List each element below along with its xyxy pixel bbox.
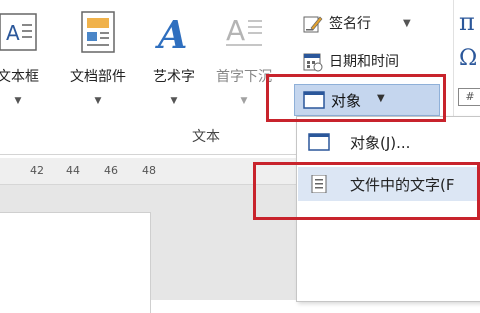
signature-line-button[interactable]: 签名行 ▼ bbox=[303, 12, 443, 36]
menu-item-object-label: 对象(J)... bbox=[350, 134, 411, 152]
svg-text:A: A bbox=[226, 14, 245, 47]
quick-parts-button[interactable]: 文档部件 ▼ bbox=[58, 4, 138, 116]
object-icon bbox=[308, 133, 330, 151]
signature-line-label: 签名行 bbox=[329, 16, 371, 32]
wordart-icon: A bbox=[152, 10, 196, 57]
ruler-tick: 46 bbox=[104, 164, 118, 177]
svg-text:A: A bbox=[155, 12, 187, 54]
text-box-icon: A bbox=[0, 10, 40, 54]
signature-line-icon bbox=[303, 14, 323, 34]
highlight-box-text-from-file bbox=[253, 162, 480, 220]
date-time-button[interactable]: 日期和时间 bbox=[303, 50, 443, 74]
group-label-text: 文本 bbox=[192, 129, 220, 145]
document-page[interactable] bbox=[0, 212, 151, 313]
highlight-box-object-button bbox=[266, 74, 446, 122]
equation-pi-icon[interactable]: π bbox=[459, 8, 475, 36]
menu-item-object[interactable]: 对象(J)... bbox=[298, 125, 480, 159]
number-icon[interactable]: # bbox=[458, 88, 480, 106]
date-time-icon bbox=[303, 52, 323, 72]
ruler-tick: 48 bbox=[142, 164, 156, 177]
chevron-down-icon: ▼ bbox=[94, 96, 102, 106]
chevron-down-icon: ▼ bbox=[170, 96, 178, 106]
text-box-label: 文本框 bbox=[0, 69, 39, 85]
drop-cap-icon: A bbox=[222, 10, 266, 54]
wordart-label: 艺术字 bbox=[153, 69, 195, 85]
quick-parts-icon bbox=[76, 10, 120, 54]
chevron-down-icon: ▼ bbox=[14, 96, 22, 106]
ruler-tick: 42 bbox=[30, 164, 44, 177]
ruler-tick: 44 bbox=[66, 164, 80, 177]
chevron-down-icon: ▼ bbox=[240, 96, 248, 106]
text-box-button[interactable]: A 文本框 ▼ bbox=[0, 4, 58, 116]
svg-text:A: A bbox=[6, 21, 20, 45]
symbol-omega-icon[interactable]: Ω bbox=[459, 46, 477, 71]
quick-parts-label: 文档部件 bbox=[70, 69, 126, 85]
wordart-button[interactable]: A 艺术字 ▼ bbox=[134, 4, 214, 116]
chevron-down-icon: ▼ bbox=[403, 18, 411, 29]
date-time-label: 日期和时间 bbox=[329, 54, 399, 70]
